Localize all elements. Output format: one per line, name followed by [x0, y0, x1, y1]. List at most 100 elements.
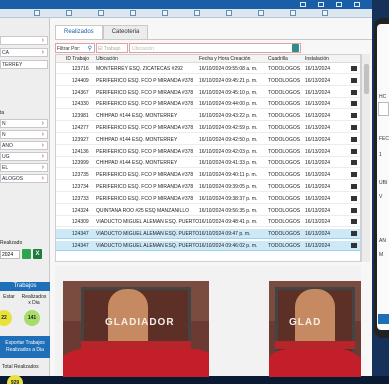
image-icon[interactable]	[351, 125, 357, 130]
image-icon[interactable]	[351, 172, 357, 178]
image-icon[interactable]	[351, 89, 357, 95]
table-cell: TODOLOGOS	[268, 160, 301, 167]
sidebar-list-item[interactable]: UG ›	[0, 152, 48, 161]
image-icon[interactable]	[351, 195, 357, 201]
date-field[interactable]: 2024	[0, 250, 20, 259]
table-cell: 16/10/2024 09:45:21 p. m.	[199, 77, 258, 84]
table-cell: TODOLOGOS	[268, 77, 301, 84]
sidebar-filter-3[interactable]: TERREY	[0, 60, 48, 69]
table-row[interactable]: 124330 PERIFERICO ESQ. FCO P MIRANDA #378…	[56, 99, 360, 110]
image-icon[interactable]	[351, 231, 357, 237]
photo-panel: GLADIADOR GLAD	[55, 266, 361, 377]
billboard-banner	[275, 341, 355, 349]
search-input[interactable]: Ubicación	[129, 43, 301, 53]
table-row[interactable]: 123734 PERIFERICO ESQ. FCO P MIRANDA #378…	[56, 182, 360, 192]
table-row[interactable]: 123733 PERIFERICO ESQ. FCO P MIRANDA #378…	[56, 193, 360, 204]
minimize-icon[interactable]	[300, 2, 306, 7]
billboard-banner	[81, 341, 191, 349]
table-cell: 16/10/2024 09:45:10 p. m.	[199, 89, 258, 96]
table-row[interactable]: 123927 CHIHPAD #144 ESQ. MONTERREY 16/10/2…	[56, 134, 360, 145]
column-header[interactable]: Cuadrilla	[268, 56, 288, 62]
toolbar-handle[interactable]	[34, 10, 40, 16]
toolbar-handle[interactable]	[258, 10, 264, 16]
sidebar-filter-2[interactable]: CA ›	[0, 48, 48, 57]
table-row[interactable]: 124347 VIADUCTO MIGUEL ALEMAN ESQ. PUERTO…	[56, 229, 360, 240]
toolbar-handle[interactable]	[194, 10, 200, 16]
main-panel: Realizados Cateoteria Filtrar Por: ⚲ El T…	[50, 18, 372, 377]
column-header[interactable]: Ubicación	[96, 56, 118, 62]
restore-icon[interactable]	[354, 2, 360, 7]
table-row[interactable]: 124136 PERIFERICO ESQ. FCO P MIRANDA #378…	[56, 146, 360, 157]
image-icon[interactable]	[351, 207, 357, 213]
table-cell: 16/13/2024	[305, 160, 331, 167]
image-icon[interactable]	[351, 160, 357, 166]
installation-photo[interactable]: GLAD	[269, 281, 361, 377]
toolbar-handle[interactable]	[98, 10, 104, 16]
sidebar-filter-label: TERREY	[2, 62, 23, 68]
phone-label: FEC	[379, 136, 389, 142]
table-cell: 16/13/2024	[305, 172, 331, 179]
image-icon[interactable]	[351, 219, 357, 225]
table-row[interactable]: 123735 PERIFERICO ESQ. FCO P MIRANDA #378…	[56, 170, 360, 181]
toolbar-strip	[0, 9, 372, 18]
column-header[interactable]: ID Trabajo	[66, 56, 89, 62]
table-row[interactable]: 124409 PERIFERICO ESQ. FCO P MIRANDA #378…	[56, 75, 360, 86]
table-cell: 124409	[72, 77, 89, 84]
phone-field[interactable]	[378, 102, 389, 116]
tab-cateoteria[interactable]: Cateoteria	[102, 25, 149, 40]
toolbar-handle[interactable]	[226, 10, 232, 16]
chevron-right-icon: ›	[41, 131, 44, 138]
close-icon[interactable]	[336, 2, 342, 7]
table-cell: TODOLOGOS	[268, 66, 301, 72]
table-row[interactable]: 123716 MONTERREY ESQ. ZICATECAS #292 16/10…	[56, 64, 360, 74]
sidebar-filter-1[interactable]: ›	[0, 36, 48, 45]
table-cell: PERIFERICO ESQ. FCO P MIRANDA #378	[96, 125, 194, 131]
refresh-button[interactable]	[22, 249, 31, 259]
table-cell: 16/13/2024	[305, 89, 331, 96]
image-icon[interactable]	[351, 101, 357, 107]
stat-right-badge: 141	[24, 310, 40, 326]
toolbar-handle[interactable]	[162, 10, 168, 16]
sidebar-list-item[interactable]: ALOGOS ›	[0, 174, 48, 183]
chevron-right-icon: ›	[41, 175, 44, 182]
image-icon[interactable]	[351, 243, 357, 248]
excel-icon[interactable]: X	[33, 249, 42, 259]
table-row[interactable]: 124277 PERIFERICO ESQ. FCO P MIRANDA #378…	[56, 123, 360, 133]
filter-select[interactable]: El Trabajo	[96, 43, 128, 53]
image-icon[interactable]	[351, 113, 357, 119]
chevron-right-icon: ›	[41, 49, 44, 56]
table-row[interactable]: 123981 CHIHPAD #144 ESQ. MONTERREY 16/10/2…	[56, 111, 360, 122]
table-row[interactable]: 124347 VIADUCTO MIGUEL ALEMAN ESQ. PUERTO…	[56, 241, 360, 251]
installation-photo[interactable]: GLADIADOR	[63, 281, 209, 377]
toolbar-handle[interactable]	[290, 10, 296, 16]
image-icon[interactable]	[351, 184, 357, 189]
toolbar-handle[interactable]	[130, 10, 136, 16]
image-icon[interactable]	[351, 77, 357, 83]
chevron-right-icon: ›	[41, 142, 44, 149]
trash-icon[interactable]	[292, 44, 299, 52]
sidebar-list-item[interactable]: N ›	[0, 130, 48, 139]
table-row[interactable]: 124309 VIADUCTO MIGUEL ALEMAN ESQ. PUERTO…	[56, 217, 360, 228]
table-row[interactable]: 124324 QUINTANA ROO #25 ESQ MANZANILLO 16/…	[56, 205, 360, 216]
column-header[interactable]: Fecha y Hora Creación	[199, 56, 250, 62]
sidebar-list-item[interactable]: N ›	[0, 119, 48, 128]
image-icon[interactable]	[351, 136, 357, 142]
stat-right-label: Realizados x Dia	[21, 294, 47, 306]
table-cell: 124309	[72, 219, 89, 226]
toolbar-handle[interactable]	[322, 10, 328, 16]
phone-button[interactable]	[378, 314, 389, 324]
sidebar-list-item[interactable]: ANO ›	[0, 141, 48, 150]
tab-realizados[interactable]: Realizados	[55, 25, 103, 40]
table-row[interactable]: 123999 CHIHPAD #144 ESQ. MONTERREY 16/10/2…	[56, 158, 360, 169]
image-icon[interactable]	[351, 148, 357, 154]
toolbar-handle[interactable]	[66, 10, 72, 16]
export-button[interactable]: Exportar Trabajos Realizados a Dia	[0, 336, 50, 358]
maximize-icon[interactable]	[318, 2, 324, 7]
image-icon[interactable]	[351, 66, 357, 71]
scrollbar-thumb[interactable]	[364, 64, 369, 94]
column-header[interactable]: Instalación	[305, 56, 329, 62]
grid-scrollbar[interactable]	[361, 54, 370, 262]
filter-by-label[interactable]: Filtrar Por: ⚲	[55, 43, 95, 53]
table-row[interactable]: 124367 PERIFERICO ESQ. FCO P MIRANDA #378…	[56, 87, 360, 98]
sidebar-list-item[interactable]: EL ›	[0, 163, 48, 172]
